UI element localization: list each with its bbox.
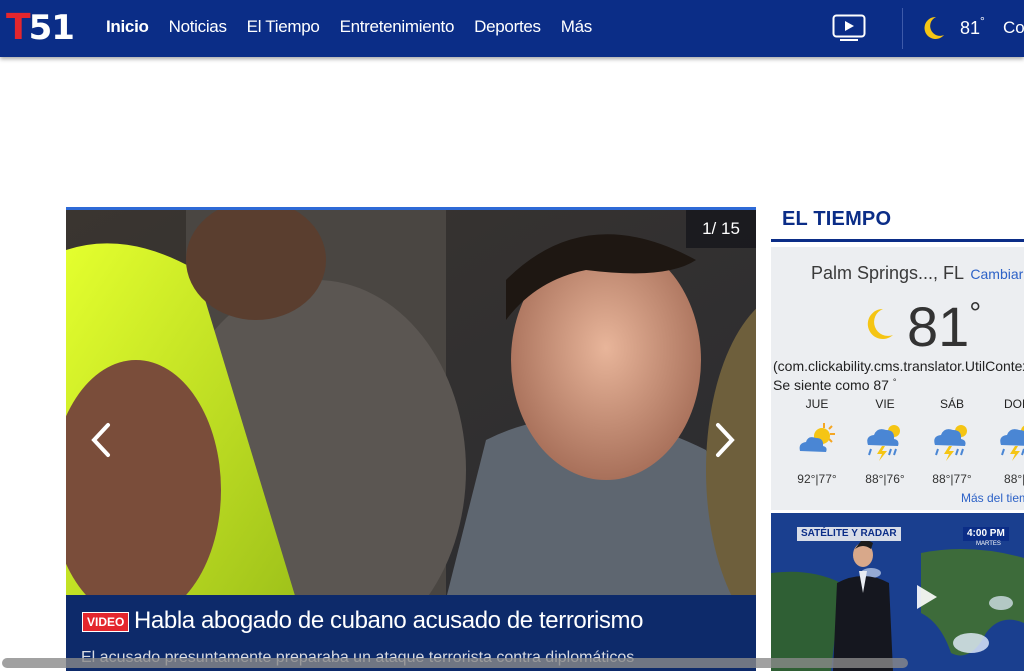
- play-icon[interactable]: [905, 577, 945, 617]
- thunderstorm-icon: [934, 425, 967, 461]
- slide-headline[interactable]: Habla abogado de cubano acusado de terro…: [134, 607, 643, 635]
- feels-like: Se siente como 87 °: [773, 377, 896, 393]
- forecast-day: SÁB 88°|77°: [927, 397, 977, 486]
- slide-counter: 1/ 15: [686, 210, 756, 248]
- video-badge: VIDEO: [82, 612, 130, 632]
- next-slide-icon[interactable]: [710, 417, 740, 463]
- video-player-icon[interactable]: [832, 14, 866, 42]
- header-degree: °: [980, 14, 985, 28]
- moon-icon: [867, 308, 893, 339]
- top-navigation-bar: T 51 Inicio Noticias El Tiempo Entretenim…: [0, 0, 1024, 57]
- previous-slide-icon[interactable]: [86, 417, 116, 463]
- nav-item-noticias[interactable]: Noticias: [169, 17, 227, 37]
- news-photo: [66, 210, 756, 599]
- satellite-radar-video[interactable]: SATÉLITE Y RADAR 4:00 PM MARTES: [771, 513, 1024, 671]
- weather-location: Palm Springs..., FL Cambiar: [811, 263, 1023, 284]
- current-temperature: 81: [907, 295, 970, 358]
- forecast-day-label: VIE: [875, 397, 895, 411]
- thunderstorm-icon: [1000, 425, 1024, 461]
- header-temperature: 81: [960, 17, 981, 38]
- current-degree: °: [969, 297, 982, 330]
- moon-icon: [924, 16, 944, 39]
- change-location-link[interactable]: Cambiar: [970, 266, 1023, 282]
- weather-section-title: EL TIEMPO: [782, 208, 892, 230]
- header-divider: [902, 8, 903, 49]
- weather-title-rule: [771, 239, 1024, 242]
- satellite-time: 4:00 PM: [963, 527, 1009, 541]
- forecast-high-low: 88°|7: [1004, 472, 1024, 486]
- satellite-label: SATÉLITE Y RADAR: [797, 527, 901, 541]
- telemundo-51-logo[interactable]: T 51: [6, 7, 75, 48]
- forecast-day: VIE 88°|76°: [860, 397, 910, 486]
- weather-card: Palm Springs..., FL Cambiar 81 ° (com.cli…: [771, 247, 1024, 510]
- weather-condition-text: (com.clickability.cms.translator.UtilCon…: [773, 358, 1024, 374]
- logo-t: T: [6, 7, 31, 48]
- nav-item-entretenimiento[interactable]: Entretenimiento: [340, 17, 455, 37]
- location-name: Palm Springs..., FL: [811, 263, 964, 283]
- thunderstorm-icon: [867, 425, 900, 461]
- forecast-day: JUE 92°|77°: [792, 397, 842, 486]
- more-weather-link[interactable]: Más del tiempo: [961, 491, 1024, 505]
- horizontal-scrollbar[interactable]: [0, 655, 1024, 671]
- current-weather: 81 °: [861, 299, 981, 355]
- nav-item-el-tiempo[interactable]: El Tiempo: [247, 17, 320, 37]
- forecast-day-label: JUE: [805, 397, 829, 411]
- logo-number: 51: [28, 8, 75, 48]
- satellite-day: MARTES: [976, 541, 1001, 547]
- forecast-high-low: 92°|77°: [797, 472, 837, 486]
- forecast-high-low: 88°|77°: [932, 472, 972, 486]
- feels-like-text: Se siente como 87: [773, 377, 889, 393]
- forecast-day-label: DOM: [1004, 397, 1024, 411]
- forecast-day: DOM 88°|7: [993, 397, 1024, 486]
- feels-like-degree: °: [892, 377, 897, 387]
- header-truncated-link[interactable]: Co: [1003, 18, 1024, 38]
- nav-item-mas[interactable]: Más: [561, 17, 593, 37]
- forecast-high-low: 88°|76°: [865, 472, 905, 486]
- nav-item-inicio[interactable]: Inicio: [106, 17, 149, 37]
- forecast-day-label: SÁB: [939, 397, 964, 411]
- sun-cloud-icon: [799, 423, 835, 452]
- nav-item-deportes[interactable]: Deportes: [474, 17, 541, 37]
- main-nav: Inicio Noticias El Tiempo Entretenimient…: [106, 17, 592, 37]
- header-weather[interactable]: 81 °: [920, 14, 985, 42]
- hero-slideshow: 1/ 15 VIDEO Habla abogado de cubano acus…: [66, 207, 756, 671]
